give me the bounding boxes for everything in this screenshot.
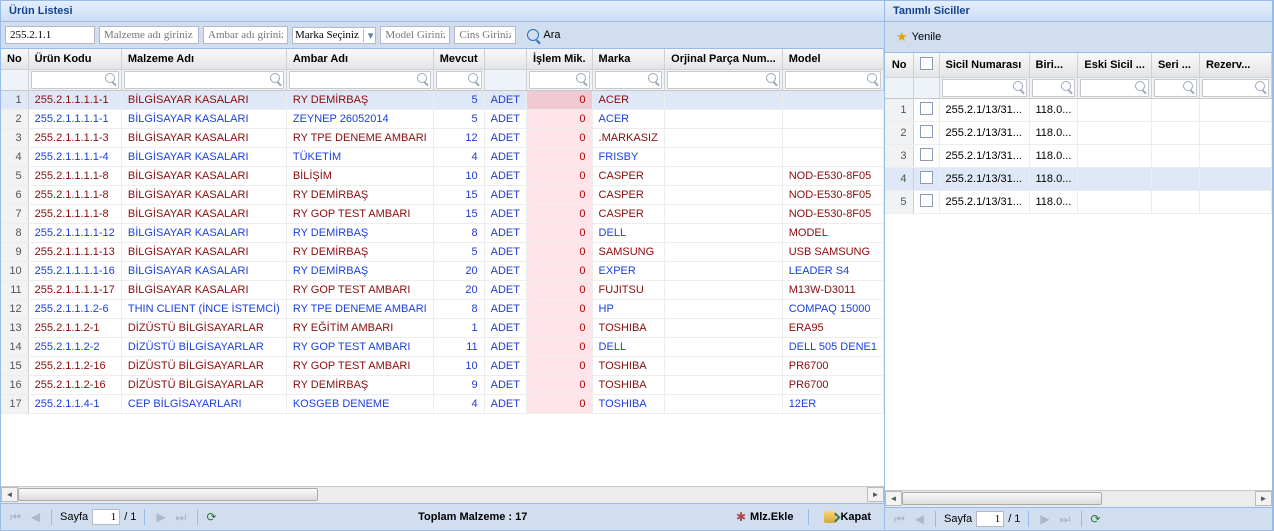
rcol-seri[interactable]: Seri ... [1151,53,1199,78]
filter-malzeme[interactable] [124,71,284,89]
row-checkbox[interactable] [920,102,933,115]
col-ambar[interactable]: Ambar Adı [286,49,433,70]
yenile-button[interactable]: ★Yenile [889,26,948,48]
col-mevcut[interactable]: Mevcut [433,49,484,70]
table-row[interactable]: 11255.2.1.1.1.1-17BİLGİSAYAR KASALARIRY … [1,281,884,300]
table-row[interactable]: 6255.2.1.1.1.1-8BİLGİSAYAR KASALARIRY DE… [1,186,884,205]
table-row[interactable]: 9255.2.1.1.1.1-13BİLGİSAYAR KASALARIRY D… [1,243,884,262]
right-hscroll[interactable]: ◄ ► [885,490,1272,507]
search-toolbar: Marka Seçiniz▾ Ara [1,22,884,49]
rcol-eski[interactable]: Eski Sicil ... [1078,53,1152,78]
row-checkbox[interactable] [920,171,933,184]
table-row[interactable]: 3255.2.1/13/31...118.0... [885,145,1272,168]
left-panel-title: Ürün Listesi [1,1,884,22]
table-row[interactable]: 12255.2.1.1.1.2-6THIN CLIENT (İNCE İSTEM… [1,300,884,319]
cins-input[interactable] [454,26,516,44]
rcol-no[interactable]: No [885,53,913,78]
refresh-star-icon: ★ [896,29,908,45]
rpage-first[interactable]: ⏮ [891,512,908,527]
rpage-label: Sayfa [944,513,972,525]
row-checkbox[interactable] [920,194,933,207]
table-row[interactable]: 4255.2.1.1.1.1-4BİLGİSAYAR KASALARITÜKET… [1,148,884,167]
table-row[interactable]: 7255.2.1.1.1.1-8BİLGİSAYAR KASALARIRY GO… [1,205,884,224]
page-prev[interactable]: ◀ [28,510,43,524]
ambar-input[interactable] [203,26,288,44]
rpage-prev[interactable]: ◀ [912,512,927,526]
table-row[interactable]: 13255.2.1.1.2-1DİZÜSTÜ BİLGİSAYARLARRY E… [1,319,884,338]
page-total: / 1 [124,511,136,523]
page-label: Sayfa [60,511,88,523]
col-kodu[interactable]: Ürün Kodu [28,49,121,70]
rcol-birim[interactable]: Biri... [1029,53,1078,78]
mlz-ekle-button[interactable]: ✱Mlz.Ekle [729,507,800,527]
row-checkbox[interactable] [920,125,933,138]
table-row[interactable]: 3255.2.1.1.1.1-3BİLGİSAYAR KASALARIRY TP… [1,129,884,148]
ara-button[interactable]: Ara [520,26,567,44]
filter-orjinal[interactable] [667,71,780,89]
table-row[interactable]: 10255.2.1.1.1.1-16BİLGİSAYAR KASALARIRY … [1,262,884,281]
col-unit[interactable] [484,49,526,70]
table-row[interactable]: 1255.2.1.1.1.1-1BİLGİSAYAR KASALARIRY DE… [1,91,884,110]
left-grid[interactable]: No Ürün Kodu Malzeme Adı Ambar Adı Mevcu… [1,49,884,486]
right-toolbar: ★Yenile [885,22,1272,53]
gear-icon: ✱ [736,510,746,524]
col-no[interactable]: No [1,49,28,70]
toplam-label: Toplam Malzeme : 17 [221,511,725,523]
right-panel-title: Tanımlı Siciller [885,1,1272,22]
rpage-next[interactable]: ▶ [1037,512,1052,526]
left-footer: ⏮ ◀ Sayfa / 1 ▶ ⏭ ⟳ Toplam Malzeme : 17 … [1,503,884,530]
col-malzeme[interactable]: Malzeme Adı [121,49,286,70]
table-row[interactable]: 4255.2.1/13/31...118.0... [885,168,1272,191]
page-next[interactable]: ▶ [153,510,168,524]
malzeme-input[interactable] [99,26,199,44]
right-grid[interactable]: No Sicil Numarası Biri... Eski Sicil ...… [885,53,1272,490]
rpage-input[interactable] [976,511,1004,527]
right-footer: ⏮ ◀ Sayfa / 1 ▶ ⏭ ⟳ [885,507,1272,530]
page-last[interactable]: ⏭ [173,510,190,525]
filter-ambar[interactable] [289,71,431,89]
table-row[interactable]: 5255.2.1.1.1.1-8BİLGİSAYAR KASALARIBİLİŞ… [1,167,884,186]
marka-select[interactable]: Marka Seçiniz▾ [292,27,376,44]
refresh-icon[interactable]: ⟳ [206,510,216,524]
exit-icon [824,511,836,523]
search-icon [527,29,539,41]
table-row[interactable]: 5255.2.1/13/31...118.0... [885,191,1272,214]
model-input[interactable] [380,26,450,44]
col-islem[interactable]: İşlem Mik. [526,49,592,70]
rpage-last[interactable]: ⏭ [1057,512,1074,527]
table-row[interactable]: 17255.2.1.1.4-1CEP BİLGİSAYARLARIKOSGEB … [1,395,884,414]
rcol-chk[interactable] [913,53,939,78]
page-first[interactable]: ⏮ [7,510,24,525]
left-hscroll[interactable]: ◄ ► [1,486,884,503]
col-model[interactable]: Model [782,49,883,70]
urun-kodu-input[interactable] [5,26,95,44]
rpage-total: / 1 [1008,513,1020,525]
rrefresh-icon[interactable]: ⟳ [1090,512,1100,526]
table-row[interactable]: 1255.2.1/13/31...118.0... [885,99,1272,122]
chevron-down-icon: ▾ [363,29,374,42]
table-row[interactable]: 2255.2.1.1.1.1-1BİLGİSAYAR KASALARIZEYNE… [1,110,884,129]
table-row[interactable]: 15255.2.1.1.2-16DİZÜSTÜ BİLGİSAYARLARRY … [1,357,884,376]
page-input[interactable] [92,509,120,525]
table-row[interactable]: 16255.2.1.1.2-16DİZÜSTÜ BİLGİSAYARLARRY … [1,376,884,395]
rcol-sicil[interactable]: Sicil Numarası [939,53,1029,78]
kapat-button[interactable]: Kapat [817,508,878,526]
table-row[interactable]: 14255.2.1.1.2-2DİZÜSTÜ BİLGİSAYARLARRY G… [1,338,884,357]
col-orjinal[interactable]: Orjinal Parça Num... [665,49,783,70]
table-row[interactable]: 2255.2.1/13/31...118.0... [885,122,1272,145]
col-marka[interactable]: Marka [592,49,665,70]
rcol-rezerv[interactable]: Rezerv... [1199,53,1271,78]
table-row[interactable]: 8255.2.1.1.1.1-12BİLGİSAYAR KASALARIRY D… [1,224,884,243]
row-checkbox[interactable] [920,148,933,161]
